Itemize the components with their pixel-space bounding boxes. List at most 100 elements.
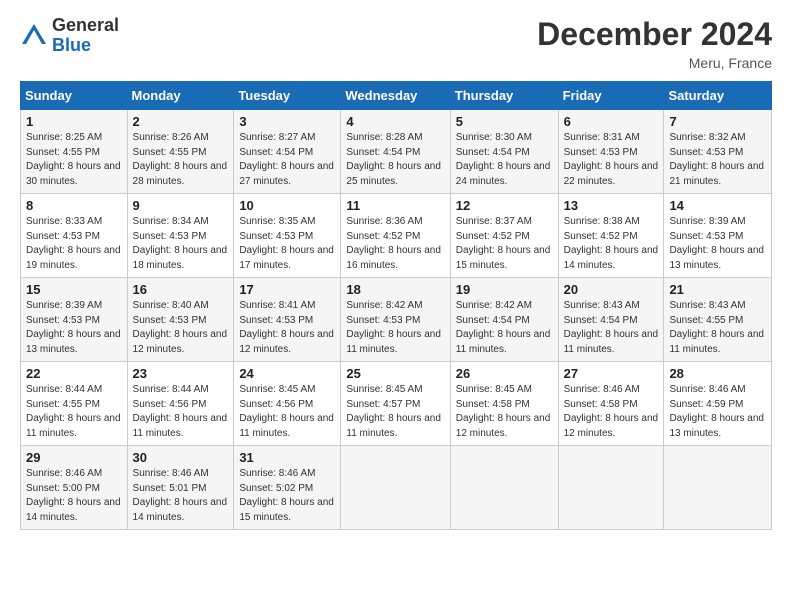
day-number: 15 — [26, 282, 122, 297]
day-number: 16 — [133, 282, 229, 297]
calendar-cell: 30 Sunrise: 8:46 AMSunset: 5:01 PMDaylig… — [127, 446, 234, 530]
calendar-cell: 22 Sunrise: 8:44 AMSunset: 4:55 PMDaylig… — [21, 362, 128, 446]
calendar-cell: 9 Sunrise: 8:34 AMSunset: 4:53 PMDayligh… — [127, 194, 234, 278]
month-title: December 2024 — [537, 16, 772, 53]
page: General Blue December 2024 Meru, France … — [0, 0, 792, 612]
day-number: 12 — [456, 198, 553, 213]
calendar-week-row: 8 Sunrise: 8:33 AMSunset: 4:53 PMDayligh… — [21, 194, 772, 278]
day-info: Sunrise: 8:46 AMSunset: 5:00 PMDaylight:… — [26, 468, 121, 523]
calendar-cell — [558, 446, 664, 530]
day-info: Sunrise: 8:32 AMSunset: 4:53 PMDaylight:… — [669, 132, 764, 187]
calendar-cell: 8 Sunrise: 8:33 AMSunset: 4:53 PMDayligh… — [21, 194, 128, 278]
calendar-cell: 17 Sunrise: 8:41 AMSunset: 4:53 PMDaylig… — [234, 278, 341, 362]
calendar-cell: 16 Sunrise: 8:40 AMSunset: 4:53 PMDaylig… — [127, 278, 234, 362]
calendar-cell: 7 Sunrise: 8:32 AMSunset: 4:53 PMDayligh… — [664, 110, 772, 194]
day-info: Sunrise: 8:43 AMSunset: 4:54 PMDaylight:… — [564, 300, 659, 355]
day-info: Sunrise: 8:46 AMSunset: 4:58 PMDaylight:… — [564, 384, 659, 439]
day-info: Sunrise: 8:28 AMSunset: 4:54 PMDaylight:… — [346, 132, 441, 187]
calendar-cell: 29 Sunrise: 8:46 AMSunset: 5:00 PMDaylig… — [21, 446, 128, 530]
day-number: 24 — [239, 366, 335, 381]
day-info: Sunrise: 8:42 AMSunset: 4:54 PMDaylight:… — [456, 300, 551, 355]
day-number: 17 — [239, 282, 335, 297]
calendar-cell: 14 Sunrise: 8:39 AMSunset: 4:53 PMDaylig… — [664, 194, 772, 278]
calendar-cell: 18 Sunrise: 8:42 AMSunset: 4:53 PMDaylig… — [341, 278, 450, 362]
calendar-cell — [664, 446, 772, 530]
day-info: Sunrise: 8:40 AMSunset: 4:53 PMDaylight:… — [133, 300, 228, 355]
day-number: 10 — [239, 198, 335, 213]
calendar-cell — [450, 446, 558, 530]
day-info: Sunrise: 8:46 AMSunset: 5:01 PMDaylight:… — [133, 468, 228, 523]
day-info: Sunrise: 8:37 AMSunset: 4:52 PMDaylight:… — [456, 216, 551, 271]
col-sunday: Sunday — [21, 82, 128, 110]
calendar-cell — [341, 446, 450, 530]
calendar-cell: 10 Sunrise: 8:35 AMSunset: 4:53 PMDaylig… — [234, 194, 341, 278]
logo-blue: Blue — [52, 36, 119, 56]
day-info: Sunrise: 8:45 AMSunset: 4:56 PMDaylight:… — [239, 384, 334, 439]
calendar-cell: 13 Sunrise: 8:38 AMSunset: 4:52 PMDaylig… — [558, 194, 664, 278]
col-wednesday: Wednesday — [341, 82, 450, 110]
day-number: 7 — [669, 114, 766, 129]
day-number: 8 — [26, 198, 122, 213]
day-info: Sunrise: 8:27 AMSunset: 4:54 PMDaylight:… — [239, 132, 334, 187]
day-number: 27 — [564, 366, 659, 381]
logo-general: General — [52, 16, 119, 36]
calendar-cell: 21 Sunrise: 8:43 AMSunset: 4:55 PMDaylig… — [664, 278, 772, 362]
day-info: Sunrise: 8:30 AMSunset: 4:54 PMDaylight:… — [456, 132, 551, 187]
day-info: Sunrise: 8:33 AMSunset: 4:53 PMDaylight:… — [26, 216, 121, 271]
day-info: Sunrise: 8:45 AMSunset: 4:58 PMDaylight:… — [456, 384, 551, 439]
day-number: 19 — [456, 282, 553, 297]
day-info: Sunrise: 8:43 AMSunset: 4:55 PMDaylight:… — [669, 300, 764, 355]
calendar-cell: 25 Sunrise: 8:45 AMSunset: 4:57 PMDaylig… — [341, 362, 450, 446]
col-saturday: Saturday — [664, 82, 772, 110]
calendar-cell: 2 Sunrise: 8:26 AMSunset: 4:55 PMDayligh… — [127, 110, 234, 194]
day-number: 31 — [239, 450, 335, 465]
calendar-week-row: 29 Sunrise: 8:46 AMSunset: 5:00 PMDaylig… — [21, 446, 772, 530]
day-number: 20 — [564, 282, 659, 297]
col-tuesday: Tuesday — [234, 82, 341, 110]
calendar-cell: 11 Sunrise: 8:36 AMSunset: 4:52 PMDaylig… — [341, 194, 450, 278]
calendar-cell: 6 Sunrise: 8:31 AMSunset: 4:53 PMDayligh… — [558, 110, 664, 194]
calendar-cell: 23 Sunrise: 8:44 AMSunset: 4:56 PMDaylig… — [127, 362, 234, 446]
day-number: 28 — [669, 366, 766, 381]
day-info: Sunrise: 8:46 AMSunset: 4:59 PMDaylight:… — [669, 384, 764, 439]
calendar-week-row: 22 Sunrise: 8:44 AMSunset: 4:55 PMDaylig… — [21, 362, 772, 446]
calendar: Sunday Monday Tuesday Wednesday Thursday… — [20, 81, 772, 530]
day-number: 3 — [239, 114, 335, 129]
day-number: 21 — [669, 282, 766, 297]
calendar-cell: 28 Sunrise: 8:46 AMSunset: 4:59 PMDaylig… — [664, 362, 772, 446]
day-number: 2 — [133, 114, 229, 129]
day-number: 22 — [26, 366, 122, 381]
day-info: Sunrise: 8:44 AMSunset: 4:56 PMDaylight:… — [133, 384, 228, 439]
day-info: Sunrise: 8:39 AMSunset: 4:53 PMDaylight:… — [669, 216, 764, 271]
day-number: 18 — [346, 282, 444, 297]
day-info: Sunrise: 8:42 AMSunset: 4:53 PMDaylight:… — [346, 300, 441, 355]
day-number: 1 — [26, 114, 122, 129]
day-number: 4 — [346, 114, 444, 129]
calendar-cell: 4 Sunrise: 8:28 AMSunset: 4:54 PMDayligh… — [341, 110, 450, 194]
col-friday: Friday — [558, 82, 664, 110]
col-thursday: Thursday — [450, 82, 558, 110]
logo-text: General Blue — [52, 16, 119, 56]
day-info: Sunrise: 8:35 AMSunset: 4:53 PMDaylight:… — [239, 216, 334, 271]
day-number: 26 — [456, 366, 553, 381]
day-info: Sunrise: 8:45 AMSunset: 4:57 PMDaylight:… — [346, 384, 441, 439]
calendar-cell: 15 Sunrise: 8:39 AMSunset: 4:53 PMDaylig… — [21, 278, 128, 362]
day-info: Sunrise: 8:46 AMSunset: 5:02 PMDaylight:… — [239, 468, 334, 523]
day-number: 5 — [456, 114, 553, 129]
day-number: 11 — [346, 198, 444, 213]
calendar-cell: 12 Sunrise: 8:37 AMSunset: 4:52 PMDaylig… — [450, 194, 558, 278]
title-area: December 2024 Meru, France — [537, 16, 772, 71]
col-monday: Monday — [127, 82, 234, 110]
day-info: Sunrise: 8:31 AMSunset: 4:53 PMDaylight:… — [564, 132, 659, 187]
calendar-header-row: Sunday Monday Tuesday Wednesday Thursday… — [21, 82, 772, 110]
calendar-cell: 27 Sunrise: 8:46 AMSunset: 4:58 PMDaylig… — [558, 362, 664, 446]
calendar-cell: 20 Sunrise: 8:43 AMSunset: 4:54 PMDaylig… — [558, 278, 664, 362]
location: Meru, France — [537, 55, 772, 71]
calendar-cell: 26 Sunrise: 8:45 AMSunset: 4:58 PMDaylig… — [450, 362, 558, 446]
day-info: Sunrise: 8:39 AMSunset: 4:53 PMDaylight:… — [26, 300, 121, 355]
header: General Blue December 2024 Meru, France — [20, 16, 772, 71]
day-info: Sunrise: 8:25 AMSunset: 4:55 PMDaylight:… — [26, 132, 121, 187]
day-info: Sunrise: 8:36 AMSunset: 4:52 PMDaylight:… — [346, 216, 441, 271]
calendar-cell: 3 Sunrise: 8:27 AMSunset: 4:54 PMDayligh… — [234, 110, 341, 194]
day-number: 14 — [669, 198, 766, 213]
